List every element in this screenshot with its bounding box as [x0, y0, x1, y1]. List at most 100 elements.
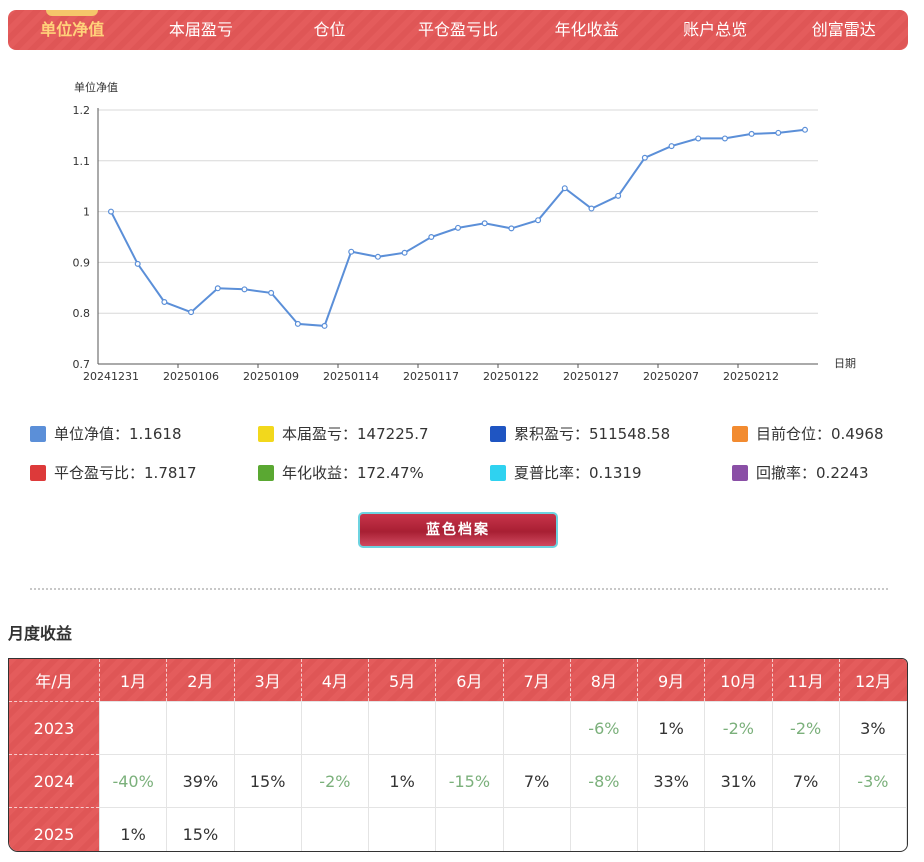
legend-swatch	[732, 425, 748, 442]
dotted-divider	[30, 588, 888, 590]
legend-value: 0.2243	[816, 463, 869, 482]
data-point	[241, 286, 248, 293]
top-tab-bar: 单位净值 本届盈亏 仓位 平仓盈亏比 年化收益 账户总览 创富雷达	[8, 10, 908, 50]
return-cell: -2%	[704, 701, 773, 755]
month-header: 4月	[300, 659, 369, 702]
data-point	[615, 192, 622, 199]
table-row: 2025 1% 15%	[9, 807, 907, 851]
x-tick-label: 20250207	[643, 370, 699, 383]
data-point	[268, 289, 275, 296]
legend-item: 回撤率： 0.2243	[732, 462, 869, 483]
legend-label: 单位净值：	[54, 425, 130, 443]
data-point	[214, 285, 221, 292]
return-cell: -15%	[435, 754, 504, 808]
return-cell: 15%	[233, 754, 302, 808]
return-cell: 1%	[636, 701, 706, 755]
legend-item: 累积盈亏： 511548.58	[490, 423, 670, 444]
tab-3[interactable]: 平仓盈亏比	[394, 10, 523, 50]
legend-item: 平仓盈亏比： 1.7817	[30, 462, 197, 483]
legend-label: 累积盈亏：	[514, 425, 590, 443]
legend-swatch	[258, 464, 274, 481]
tab-6[interactable]: 创富雷达	[779, 10, 908, 50]
year-cell: 2025	[9, 807, 100, 851]
return-cell: 7%	[771, 754, 840, 808]
legend-value: 0.4968	[831, 424, 884, 443]
year-month-header: 年/月	[9, 659, 100, 702]
return-cell	[367, 701, 437, 755]
data-point	[481, 220, 488, 227]
legend-value: 147225.7	[357, 424, 429, 443]
x-tick-label: 20250109	[243, 370, 299, 383]
legend-label: 平仓盈亏比：	[54, 464, 145, 482]
return-cell: 33%	[636, 754, 706, 808]
return-cell	[771, 807, 840, 851]
return-cell	[300, 807, 370, 851]
x-tick-label: 20250114	[323, 370, 379, 383]
monthly-returns-table: 年/月 1月 2月 3月 4月 5月 6月 7月 8月 9月 10月 11月 12月 2023 -6% 1% -…	[8, 658, 908, 852]
legend-value: 0.1319	[589, 463, 642, 482]
x-tick-label: 20250106	[163, 370, 219, 383]
month-header: 7月	[502, 659, 571, 702]
data-point	[428, 234, 435, 241]
legend-label: 目前仓位：	[756, 425, 832, 443]
return-cell: -2%	[771, 701, 840, 755]
data-point	[455, 224, 462, 231]
tab-0[interactable]: 单位净值	[8, 10, 137, 50]
return-cell: 39%	[166, 754, 235, 808]
legend-item: 目前仓位： 0.4968	[732, 423, 884, 444]
return-cell	[233, 807, 302, 851]
return-cell	[98, 701, 168, 755]
data-point	[161, 299, 168, 306]
month-header: 10月	[704, 659, 772, 702]
month-header: 3月	[233, 659, 302, 702]
data-point	[294, 320, 301, 327]
month-header: 1月	[98, 659, 167, 702]
data-point	[374, 253, 381, 260]
tab-2[interactable]: 仓位	[265, 10, 394, 50]
legend-label: 夏普比率：	[514, 464, 590, 482]
y-tick-label: 0.8	[73, 307, 91, 320]
legend-value: 511548.58	[589, 424, 671, 443]
tab-4[interactable]: 年化收益	[522, 10, 651, 50]
monthly-returns-title: 月度收益	[8, 624, 73, 643]
return-cell	[502, 701, 571, 755]
return-cell	[300, 701, 370, 755]
month-header: 5月	[367, 659, 436, 702]
y-tick-label: 1.2	[73, 104, 91, 117]
return-cell	[569, 807, 639, 851]
month-header: 2月	[166, 659, 234, 702]
return-cell	[704, 807, 773, 851]
blue-archive-button[interactable]: 蓝色档案	[358, 512, 558, 548]
y-tick-label: 1.1	[73, 155, 91, 168]
tab-5[interactable]: 账户总览	[651, 10, 780, 50]
return-cell	[636, 807, 706, 851]
legend-item: 本届盈亏： 147225.7	[258, 423, 429, 444]
return-cell: 31%	[704, 754, 773, 808]
legend-value: 1.1618	[129, 424, 182, 443]
data-point	[348, 248, 355, 255]
legend-swatch	[258, 425, 274, 442]
month-header: 8月	[569, 659, 638, 702]
data-point	[561, 185, 568, 192]
data-point	[401, 249, 408, 256]
return-cell: -8%	[569, 754, 639, 808]
month-header: 11月	[771, 659, 840, 702]
y-tick-label: 1	[83, 206, 90, 219]
data-point	[641, 154, 648, 161]
return-cell	[367, 807, 437, 851]
month-header: 6月	[435, 659, 503, 702]
legend-item: 年化收益： 172.47%	[258, 462, 424, 483]
data-point	[535, 217, 542, 224]
data-point	[134, 260, 141, 267]
data-point	[721, 135, 728, 142]
data-point	[748, 130, 755, 137]
data-point	[588, 205, 595, 212]
legend-item: 单位净值： 1.1618	[30, 423, 182, 444]
data-point	[321, 322, 328, 329]
tab-1[interactable]: 本届盈亏	[137, 10, 266, 50]
data-point	[801, 126, 808, 133]
legend-swatch	[732, 464, 748, 481]
return-cell: -40%	[98, 754, 168, 808]
legend-swatch	[30, 425, 46, 442]
x-tick-label: 20250212	[723, 370, 779, 383]
